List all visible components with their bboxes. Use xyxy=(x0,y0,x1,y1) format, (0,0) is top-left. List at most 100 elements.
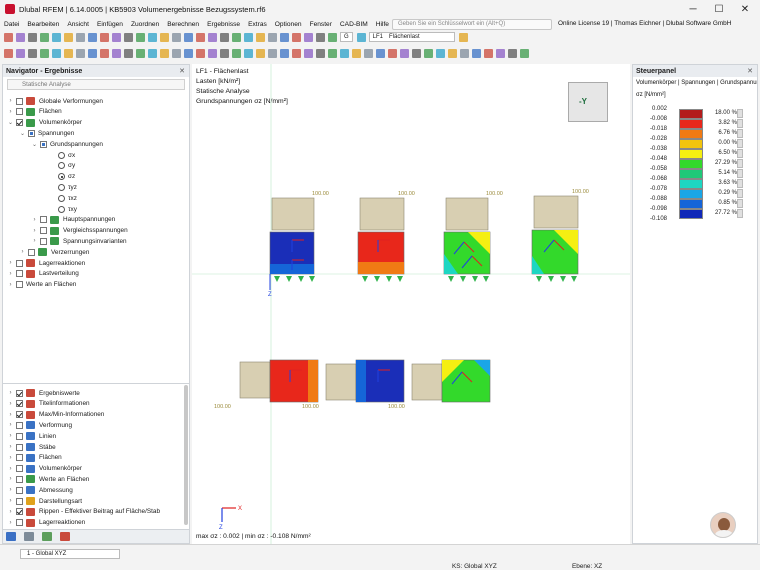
expander-icon[interactable]: › xyxy=(7,422,14,428)
toolbar-button-icon[interactable] xyxy=(112,48,121,58)
toolbar-button-icon[interactable] xyxy=(64,32,73,42)
toolbar-button-icon[interactable] xyxy=(184,32,193,42)
checkbox[interactable] xyxy=(40,227,47,235)
radio-button[interactable] xyxy=(58,151,65,159)
menu-item[interactable]: Fenster xyxy=(310,21,332,28)
expander-icon[interactable]: ⌄ xyxy=(31,141,38,148)
toolbar-button-icon[interactable] xyxy=(124,32,133,42)
tree-item[interactable]: › Vergleichsspannungen xyxy=(31,226,128,236)
toolbar-button-icon[interactable] xyxy=(28,48,37,58)
toolbar-button-icon[interactable] xyxy=(172,48,181,58)
menu-item[interactable]: Einfügen xyxy=(97,21,123,28)
toolbar-button-icon[interactable] xyxy=(136,48,145,58)
toolbar-button-icon[interactable] xyxy=(40,48,49,58)
expander-icon[interactable]: › xyxy=(7,109,14,115)
menu-item[interactable]: Extras xyxy=(248,21,267,28)
toolbar-button-icon[interactable] xyxy=(76,48,85,58)
expander-icon[interactable]: › xyxy=(7,433,14,439)
menu-item[interactable]: Zuordnen xyxy=(131,21,159,28)
expander-icon[interactable]: › xyxy=(7,487,14,493)
toolbar-button-icon[interactable] xyxy=(40,32,49,42)
option-item[interactable]: › Lagerreaktionen xyxy=(7,518,85,528)
tree-item[interactable]: › Werte an Flächen xyxy=(7,280,76,290)
checkbox[interactable] xyxy=(16,432,23,440)
tree-item[interactable]: › Hauptspannungen xyxy=(31,215,115,225)
radio-button[interactable] xyxy=(58,183,65,191)
menu-item[interactable]: Datei xyxy=(4,21,19,28)
toolbar-button-icon[interactable] xyxy=(52,32,61,42)
toolbar-button-icon[interactable] xyxy=(268,32,277,42)
menu-item[interactable]: CAD-BIM xyxy=(340,21,368,28)
tree-item[interactable]: ⌄ Grundspannungen xyxy=(31,139,103,149)
menu-item[interactable]: Ansicht xyxy=(67,21,89,28)
toolbar-button-icon[interactable] xyxy=(458,32,468,42)
checkbox[interactable] xyxy=(16,519,23,527)
checkbox[interactable] xyxy=(16,108,23,116)
tree-item[interactable]: › Lastverteilung xyxy=(7,269,79,279)
menu-item[interactable]: Berechnen xyxy=(167,21,199,28)
toolbar-button-icon[interactable] xyxy=(4,48,13,58)
toolbar-button-icon[interactable] xyxy=(484,48,493,58)
toolbar-button-icon[interactable] xyxy=(280,48,289,58)
navigator-close-icon[interactable]: ✕ xyxy=(179,67,185,75)
toolbar-button-icon[interactable] xyxy=(160,48,169,58)
tree-item[interactable]: σz xyxy=(49,172,75,182)
checkbox[interactable] xyxy=(16,389,23,397)
toolbar-button-icon[interactable] xyxy=(244,32,253,42)
model-viewport[interactable]: LF1 - Flächenlast Lasten [kN/m²] Statisc… xyxy=(192,64,630,544)
minimize-button[interactable]: ─ xyxy=(680,0,706,18)
toolbar-button-icon[interactable] xyxy=(184,48,193,58)
results-tab-icon[interactable] xyxy=(60,532,70,541)
checkbox[interactable] xyxy=(16,465,23,473)
checkbox[interactable] xyxy=(16,119,23,127)
checkbox[interactable] xyxy=(16,486,23,494)
views-tab-icon[interactable] xyxy=(42,532,52,541)
expander-icon[interactable]: › xyxy=(7,476,14,482)
toolbar-button-icon[interactable] xyxy=(100,48,109,58)
option-item[interactable]: › Verformung xyxy=(7,420,72,430)
checkbox[interactable] xyxy=(16,97,23,105)
toolbar-button-icon[interactable] xyxy=(136,32,145,42)
option-item[interactable]: › Volumenkörper xyxy=(7,464,82,474)
control-panel-close-icon[interactable]: ✕ xyxy=(747,67,753,75)
expander-icon[interactable]: › xyxy=(7,282,14,288)
checkbox[interactable] xyxy=(16,475,23,483)
maximize-button[interactable]: ☐ xyxy=(706,0,732,18)
tree-item[interactable]: ⌄ Volumenkörper xyxy=(7,118,82,128)
checkbox[interactable] xyxy=(16,454,23,462)
toolbar-button-icon[interactable] xyxy=(508,48,517,58)
toolbar-button-icon[interactable] xyxy=(356,32,366,42)
toolbar-button-icon[interactable] xyxy=(232,48,241,58)
checkbox[interactable] xyxy=(40,216,47,224)
toolbar-button-icon[interactable] xyxy=(148,32,157,42)
option-item[interactable]: › Flächen xyxy=(7,453,62,463)
load-case-select[interactable]: LF1 Flächenlast xyxy=(368,32,455,42)
toolbar-button-icon[interactable] xyxy=(208,32,217,42)
toolbar-button-icon[interactable] xyxy=(244,48,253,58)
toolbar-button-icon[interactable] xyxy=(88,32,97,42)
toolbar-button-icon[interactable] xyxy=(328,32,337,42)
option-item[interactable]: › Titelinformationen xyxy=(7,399,90,409)
load-case-type[interactable]: G xyxy=(340,32,353,42)
toolbar-button-icon[interactable] xyxy=(256,48,265,58)
checkbox[interactable] xyxy=(16,443,23,451)
user-avatar[interactable] xyxy=(710,512,736,538)
expander-icon[interactable]: › xyxy=(31,238,38,244)
tree-item[interactable]: ⌄ Spannungen xyxy=(19,128,74,138)
expander-icon[interactable]: › xyxy=(19,249,26,255)
expander-icon[interactable]: › xyxy=(7,401,14,407)
menu-item[interactable]: Ergebnisse xyxy=(207,21,240,28)
checkbox[interactable] xyxy=(40,237,47,245)
search-input[interactable]: Geben Sie ein Schlüsselwort ein (Alt+Q) xyxy=(392,19,552,30)
toolbar-button-icon[interactable] xyxy=(232,32,241,42)
close-button[interactable]: ✕ xyxy=(732,0,758,18)
tree-item[interactable]: › Lagerreaktionen xyxy=(7,258,85,268)
tree-item[interactable]: σx xyxy=(49,150,75,160)
toolbar-button-icon[interactable] xyxy=(400,48,409,58)
toolbar-button-icon[interactable] xyxy=(196,48,205,58)
tree-item[interactable]: τxz xyxy=(49,193,77,203)
toolbar-button-icon[interactable] xyxy=(376,48,385,58)
expander-icon[interactable]: › xyxy=(7,260,14,266)
option-item[interactable]: › Max/Min-Informationen xyxy=(7,410,104,420)
toolbar-button-icon[interactable] xyxy=(496,48,505,58)
